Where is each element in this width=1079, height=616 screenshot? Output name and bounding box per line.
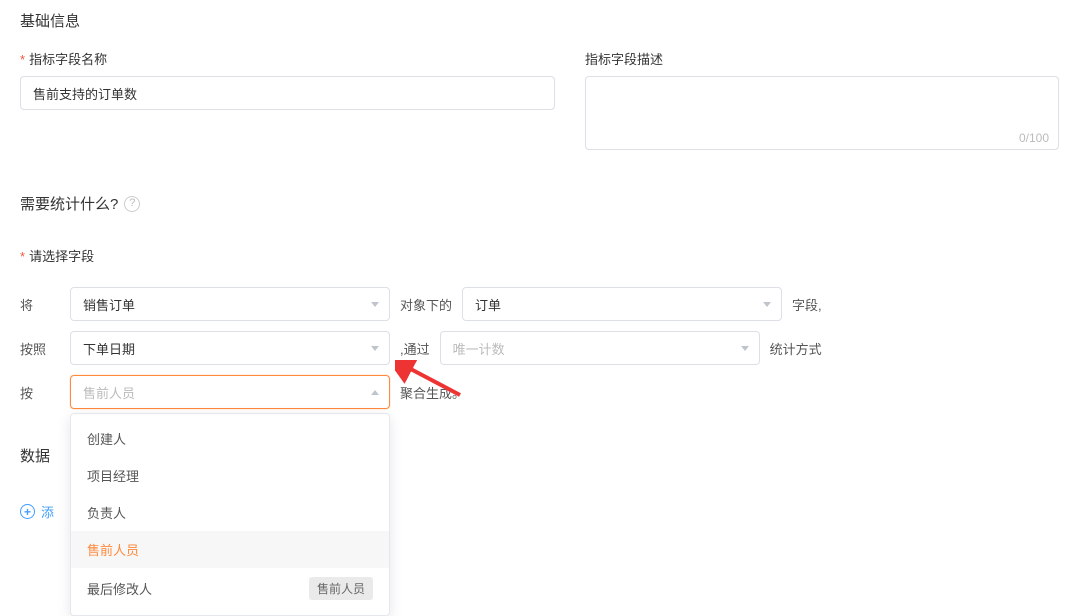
name-field-label: *指标字段名称 <box>20 49 555 68</box>
group-dropdown: 创建人 项目经理 负责人 售前人员 最后修改人 售前人员 <box>70 413 390 616</box>
stats-line-3: 按 售前人员 创建人 项目经理 负责人 售前人员 最后修改人 售前人员 <box>20 375 1059 409</box>
section-title-basic: 基础信息 <box>20 10 1059 31</box>
dropdown-item-pm[interactable]: 项目经理 <box>71 457 389 494</box>
line3-prefix: 按 <box>20 383 60 402</box>
line1-prefix: 将 <box>20 295 60 314</box>
section-title-stats-text: 需要统计什么? <box>20 193 118 214</box>
basic-info-row: *指标字段名称 指标字段描述 0/100 <box>20 49 1059 153</box>
dropdown-item-owner[interactable]: 负责人 <box>71 494 389 531</box>
line3-suffix: 聚合生成。 <box>400 383 465 402</box>
dropdown-badge: 售前人员 <box>309 577 373 600</box>
add-filter-button[interactable]: + 添 <box>20 502 54 521</box>
help-icon[interactable]: ? <box>124 196 140 212</box>
plus-icon: + <box>20 504 35 519</box>
dropdown-item-lastmod[interactable]: 最后修改人 售前人员 <box>71 568 389 609</box>
line2-mid: ,通过 <box>400 339 430 358</box>
field-select-value: 订单 <box>475 295 501 314</box>
field-select[interactable]: 订单 <box>462 287 782 321</box>
desc-field-label: 指标字段描述 <box>585 49 1059 68</box>
chevron-down-icon <box>763 302 771 307</box>
line2-suffix: 统计方式 <box>770 339 822 358</box>
chevron-down-icon <box>371 346 379 351</box>
desc-textarea-wrap: 0/100 <box>585 76 1059 153</box>
chevron-down-icon <box>741 346 749 351</box>
required-star-icon: * <box>20 52 25 67</box>
stats-line-1: 将 销售订单 对象下的 订单 字段, <box>20 287 1059 321</box>
section-title-data-text: 数据 <box>20 445 50 466</box>
date-select-value: 下单日期 <box>83 339 135 358</box>
object-select-value: 销售订单 <box>83 295 135 314</box>
line1-mid: 对象下的 <box>400 295 452 314</box>
method-select-placeholder: 唯一计数 <box>453 339 505 358</box>
group-select-placeholder: 售前人员 <box>83 383 135 402</box>
char-count: 0/100 <box>1019 131 1049 145</box>
required-star-icon: * <box>20 249 25 264</box>
section-title-basic-text: 基础信息 <box>20 10 80 31</box>
dropdown-item-creator[interactable]: 创建人 <box>71 420 389 457</box>
line1-suffix: 字段, <box>792 295 822 314</box>
line2-prefix: 按照 <box>20 339 60 358</box>
name-field-col: *指标字段名称 <box>20 49 555 153</box>
group-select-wrap: 售前人员 创建人 项目经理 负责人 售前人员 最后修改人 售前人员 <box>70 375 390 409</box>
desc-field-col: 指标字段描述 0/100 <box>585 49 1059 153</box>
add-filter-label: 添 <box>41 502 54 521</box>
dropdown-item-presales[interactable]: 售前人员 <box>71 531 389 568</box>
chevron-down-icon <box>371 302 379 307</box>
metric-name-input[interactable] <box>20 76 555 110</box>
object-select[interactable]: 销售订单 <box>70 287 390 321</box>
select-field-label: *请选择字段 <box>20 246 1059 265</box>
stats-line-2: 按照 下单日期 ,通过 唯一计数 统计方式 <box>20 331 1059 365</box>
chevron-up-icon <box>371 390 379 395</box>
metric-desc-textarea[interactable] <box>585 76 1059 150</box>
method-select[interactable]: 唯一计数 <box>440 331 760 365</box>
group-select[interactable]: 售前人员 <box>70 375 390 409</box>
section-title-stats: 需要统计什么? ? <box>20 193 1059 214</box>
date-select[interactable]: 下单日期 <box>70 331 390 365</box>
